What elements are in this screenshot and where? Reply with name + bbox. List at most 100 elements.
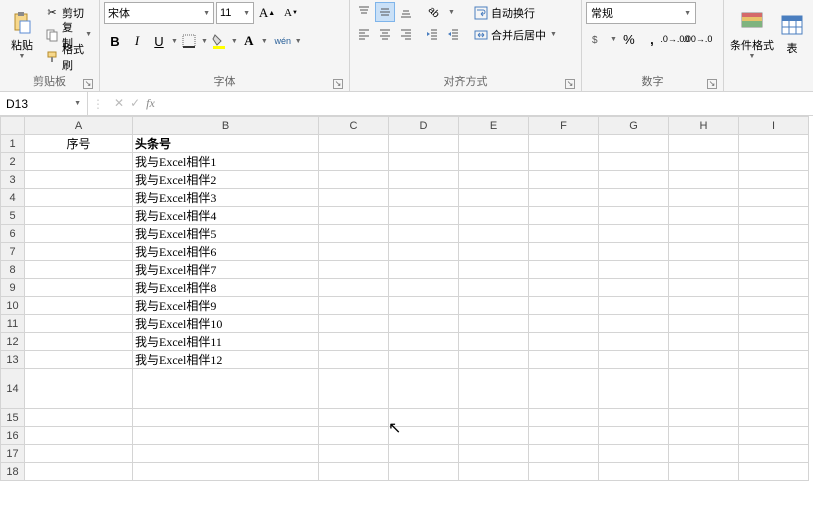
row-header[interactable]: 6 <box>1 225 25 243</box>
cell[interactable] <box>459 207 529 225</box>
cell[interactable] <box>529 351 599 369</box>
column-header[interactable]: B <box>133 117 319 135</box>
align-center-button[interactable] <box>375 24 395 44</box>
cell[interactable] <box>459 445 529 463</box>
cell[interactable] <box>599 261 669 279</box>
cell[interactable] <box>459 409 529 427</box>
column-header[interactable]: G <box>599 117 669 135</box>
cell[interactable] <box>669 333 739 351</box>
cell[interactable] <box>599 207 669 225</box>
cell[interactable] <box>25 153 133 171</box>
cell[interactable] <box>319 207 389 225</box>
cell[interactable] <box>529 207 599 225</box>
cell[interactable] <box>459 427 529 445</box>
cell[interactable] <box>389 427 459 445</box>
cell[interactable] <box>599 243 669 261</box>
cell[interactable] <box>459 333 529 351</box>
cell[interactable] <box>739 189 809 207</box>
cell[interactable] <box>599 153 669 171</box>
fill-color-button[interactable] <box>208 30 230 52</box>
spreadsheet-grid[interactable]: A B C D E F G H I 1序号头条号2我与Excel相伴13我与Ex… <box>0 116 813 481</box>
increase-indent-button[interactable] <box>443 24 463 44</box>
dialog-launcher-icon[interactable]: ↘ <box>565 79 575 89</box>
cell[interactable] <box>599 297 669 315</box>
cell[interactable] <box>459 153 529 171</box>
cell[interactable] <box>319 171 389 189</box>
column-header[interactable]: I <box>739 117 809 135</box>
row-header[interactable]: 8 <box>1 261 25 279</box>
cell[interactable] <box>25 279 133 297</box>
align-middle-button[interactable] <box>375 2 395 22</box>
cell[interactable] <box>739 409 809 427</box>
cell[interactable] <box>599 189 669 207</box>
cell[interactable] <box>669 409 739 427</box>
table-styles-button[interactable]: 表 <box>778 2 806 68</box>
cell[interactable] <box>529 225 599 243</box>
cell[interactable] <box>459 171 529 189</box>
cell[interactable] <box>319 297 389 315</box>
cell[interactable] <box>669 369 739 409</box>
cell[interactable] <box>459 261 529 279</box>
cell[interactable] <box>25 171 133 189</box>
phonetic-button[interactable]: wén <box>272 30 294 52</box>
cell[interactable] <box>669 207 739 225</box>
cell[interactable] <box>389 279 459 297</box>
row-header[interactable]: 9 <box>1 279 25 297</box>
cell[interactable] <box>739 427 809 445</box>
row-header[interactable]: 7 <box>1 243 25 261</box>
cell[interactable] <box>459 243 529 261</box>
column-header[interactable]: C <box>319 117 389 135</box>
enter-icon[interactable]: ✓ <box>130 96 140 111</box>
cell[interactable] <box>459 369 529 409</box>
cell[interactable] <box>459 189 529 207</box>
cell[interactable]: 我与Excel相伴10 <box>133 315 319 333</box>
cell[interactable] <box>669 351 739 369</box>
cell[interactable] <box>669 427 739 445</box>
row-header[interactable]: 14 <box>1 369 25 409</box>
row-header[interactable]: 2 <box>1 153 25 171</box>
column-header[interactable]: F <box>529 117 599 135</box>
number-format-select[interactable]: 常规▼ <box>586 2 696 24</box>
row-header[interactable]: 10 <box>1 297 25 315</box>
dropdown-icon[interactable]: ▼ <box>231 38 238 45</box>
cell[interactable] <box>529 333 599 351</box>
cell[interactable] <box>459 351 529 369</box>
font-name-select[interactable]: 宋体▼ <box>104 2 214 24</box>
cell[interactable] <box>389 445 459 463</box>
cell[interactable] <box>319 463 389 481</box>
cell[interactable] <box>25 315 133 333</box>
cell[interactable] <box>669 135 739 153</box>
cell[interactable] <box>599 351 669 369</box>
cell[interactable] <box>25 207 133 225</box>
cell[interactable] <box>459 279 529 297</box>
cell[interactable] <box>529 153 599 171</box>
cell[interactable] <box>669 279 739 297</box>
cell[interactable] <box>389 225 459 243</box>
wrap-text-button[interactable]: 自动换行 <box>471 2 560 23</box>
fx-icon[interactable]: fx <box>146 96 155 111</box>
cell[interactable] <box>669 225 739 243</box>
font-size-select[interactable]: 11▼ <box>216 2 254 24</box>
font-color-button[interactable]: A <box>238 30 260 52</box>
row-header[interactable]: 5 <box>1 207 25 225</box>
cell[interactable] <box>459 297 529 315</box>
cell[interactable] <box>459 135 529 153</box>
column-header[interactable]: A <box>25 117 133 135</box>
cell[interactable] <box>739 297 809 315</box>
cell[interactable] <box>739 171 809 189</box>
cell[interactable] <box>389 409 459 427</box>
cell[interactable] <box>529 243 599 261</box>
dropdown-icon[interactable]: ▼ <box>610 36 617 43</box>
cell[interactable] <box>133 427 319 445</box>
dropdown-icon[interactable]: ▼ <box>201 38 208 45</box>
cell[interactable] <box>319 369 389 409</box>
orientation-button[interactable]: ab <box>422 2 446 22</box>
dropdown-icon[interactable]: ▼ <box>261 38 268 45</box>
cell[interactable]: 我与Excel相伴1 <box>133 153 319 171</box>
cell[interactable] <box>529 297 599 315</box>
cell[interactable] <box>389 297 459 315</box>
cell[interactable] <box>739 225 809 243</box>
cell[interactable] <box>599 369 669 409</box>
row-header[interactable]: 11 <box>1 315 25 333</box>
cell[interactable] <box>599 409 669 427</box>
